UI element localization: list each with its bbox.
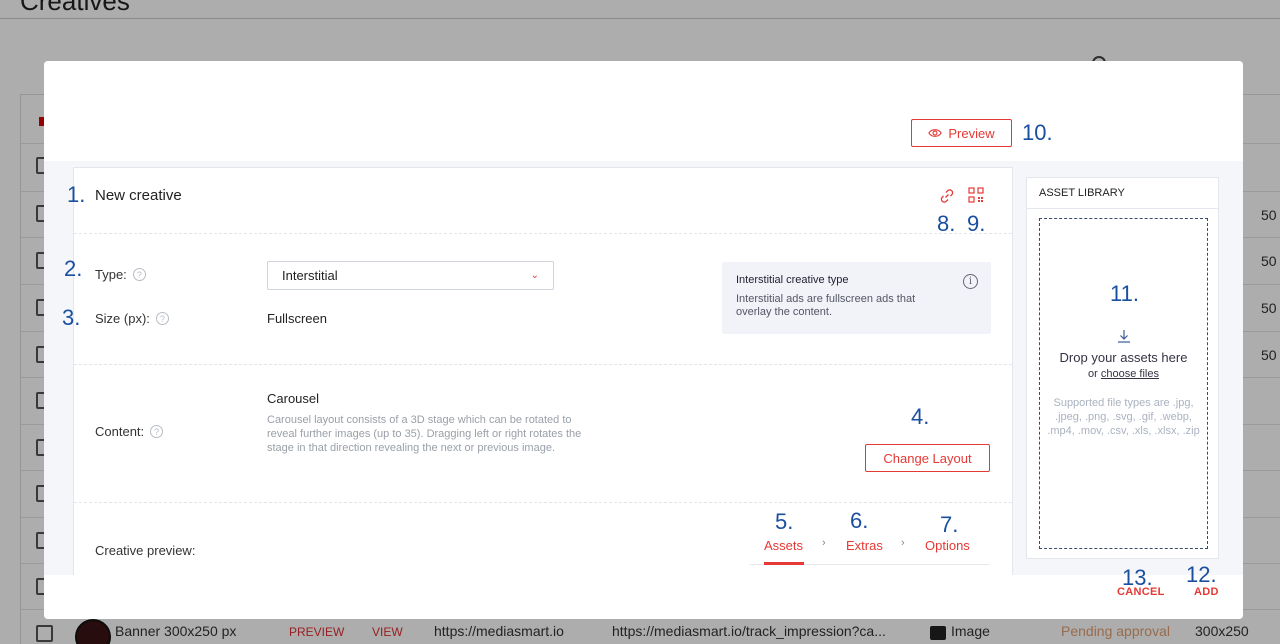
creative-form: New creative Type: ? Interstitial ⌄ Size… — [73, 167, 1013, 587]
asset-library-title: ASSET LIBRARY — [1039, 187, 1125, 199]
size-label-text: Size (px): — [95, 311, 150, 326]
modal-header: Preview — [44, 61, 1243, 161]
annotation-8: 8. — [937, 211, 956, 236]
or-text: or — [1088, 368, 1098, 380]
annotation-1: 1. — [67, 182, 86, 207]
size-value: Fullscreen — [267, 311, 327, 326]
type-label: Type: ? — [95, 267, 146, 282]
type-label-text: Type: — [95, 267, 127, 282]
content-label: Content: ? — [95, 424, 164, 439]
info-title: Interstitial creative type — [736, 274, 849, 286]
layout-title: Carousel — [267, 391, 320, 406]
qr-code-icon[interactable] — [968, 187, 984, 203]
annotation-3: 3. — [62, 305, 81, 330]
preview-button-label: Preview — [948, 125, 995, 141]
tab-options[interactable]: Options — [925, 538, 970, 553]
creative-preview-label-text: Creative preview: — [95, 543, 196, 558]
modal-footer: CANCEL ADD — [44, 575, 1243, 619]
download-icon — [1118, 330, 1130, 343]
preview-tabs: Assets › Extras › Options — [750, 535, 990, 565]
size-label: Size (px): ? — [95, 311, 169, 326]
chevron-right-icon: › — [822, 537, 826, 549]
tab-assets[interactable]: Assets — [764, 538, 803, 553]
help-icon[interactable]: ? — [150, 425, 164, 438]
type-info-box: Interstitial creative type Interstitial … — [722, 262, 991, 334]
annotation-6: 6. — [850, 508, 869, 533]
eye-icon — [928, 129, 943, 137]
new-creative-modal: Preview New creative Type: ? Interstitia… — [44, 61, 1243, 619]
annotation-13: 13. — [1122, 565, 1153, 590]
help-icon[interactable]: ? — [132, 268, 146, 281]
link-icon[interactable] — [939, 188, 955, 204]
help-icon[interactable]: ? — [155, 312, 169, 325]
choose-files-line: or choose files — [1040, 368, 1207, 380]
asset-library: ASSET LIBRARY Drop your assets here or c… — [1026, 177, 1219, 559]
info-icon[interactable]: i — [963, 274, 978, 289]
drop-assets-text: Drop your assets here — [1059, 350, 1188, 365]
active-tab-indicator — [764, 562, 804, 565]
preview-button[interactable]: Preview — [911, 119, 1012, 147]
chevron-right-icon: › — [901, 537, 905, 549]
annotation-9: 9. — [967, 211, 986, 236]
type-select-value: Interstitial — [282, 268, 338, 283]
annotation-4: 4. — [911, 404, 930, 429]
info-text: Interstitial ads are fullscreen ads that… — [736, 293, 916, 318]
change-layout-button[interactable]: Change Layout — [865, 444, 990, 472]
asset-dropzone[interactable]: Drop your assets here or choose files Su… — [1039, 218, 1208, 549]
annotation-7: 7. — [940, 512, 959, 537]
tab-extras[interactable]: Extras — [846, 538, 883, 553]
annotation-12: 12. — [1186, 562, 1217, 587]
section-divider — [74, 502, 1012, 503]
creative-preview-label: Creative preview: — [95, 543, 195, 558]
section-divider — [74, 233, 1012, 234]
layout-description: Carousel layout consists of a 3D stage w… — [267, 414, 582, 454]
type-select[interactable]: Interstitial ⌄ — [267, 261, 554, 290]
chevron-down-icon: ⌄ — [530, 270, 539, 281]
content-label-text: Content: — [95, 424, 145, 439]
form-title: New creative — [95, 187, 182, 204]
annotation-5: 5. — [775, 509, 794, 534]
modal-body: New creative Type: ? Interstitial ⌄ Size… — [44, 161, 1243, 587]
annotation-10: 10. — [1022, 120, 1053, 145]
asset-library-divider — [1027, 208, 1218, 209]
section-divider — [74, 364, 1012, 365]
annotation-11: 11. — [1110, 281, 1139, 306]
annotation-2: 2. — [64, 256, 83, 281]
supported-file-types: Supported file types are .jpg, .jpeg, .p… — [1047, 397, 1200, 437]
choose-files-link[interactable]: choose files — [1101, 368, 1159, 380]
